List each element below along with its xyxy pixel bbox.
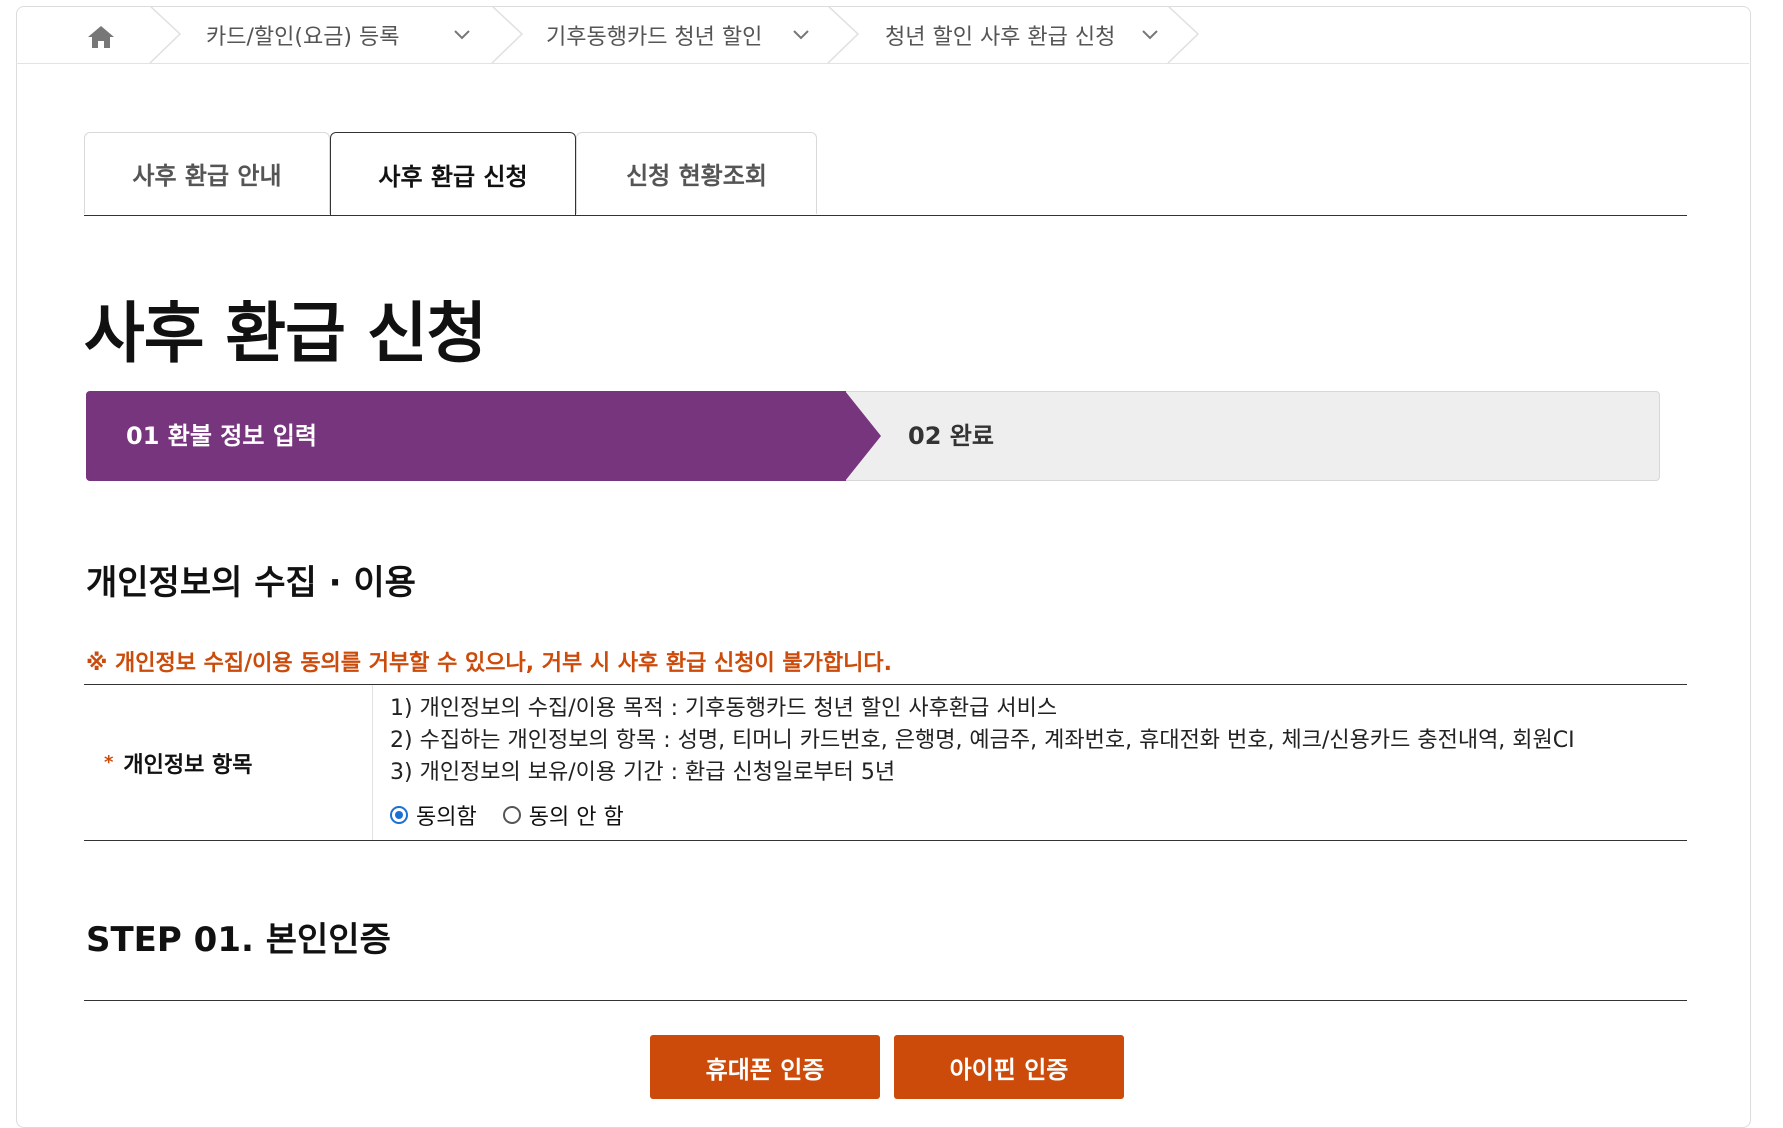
breadcrumb-item-label: 청년 할인 사후 환급 신청 bbox=[885, 24, 1116, 50]
breadcrumb-item-refund-apply[interactable]: 청년 할인 사후 환급 신청 bbox=[885, 6, 1170, 63]
privacy-row-header-label: 개인정보 항목 bbox=[123, 752, 253, 778]
radio-unselected-icon bbox=[502, 806, 521, 824]
breadcrumb-separator-icon bbox=[491, 6, 524, 63]
tab-label: 사후 환급 신청 bbox=[378, 162, 528, 191]
tab-refund-guide[interactable]: 사후 환급 안내 bbox=[84, 132, 330, 214]
radio-selected-icon bbox=[390, 806, 408, 824]
phone-auth-button[interactable]: 휴대폰 인증 bbox=[650, 1035, 880, 1099]
privacy-row-header: * 개인정보 항목 bbox=[84, 685, 373, 840]
breadcrumb-item-climate-card[interactable]: 기후동행카드 청년 할인 bbox=[546, 6, 816, 63]
privacy-section-title: 개인정보의 수집 · 이용 bbox=[86, 563, 416, 603]
tab-label: 신청 현황조회 bbox=[626, 162, 767, 190]
step-1-label: 01 환불 정보 입력 bbox=[126, 422, 317, 450]
agree-radio[interactable]: 동의함 bbox=[390, 799, 477, 831]
agree-label: 동의함 bbox=[416, 805, 477, 830]
privacy-notice: ※ 개인정보 수집/이용 동의를 거부할 수 있으나, 거부 시 사후 환급 신… bbox=[86, 651, 892, 676]
privacy-purpose: 1) 개인정보의 수집/이용 목적 : 기후동행카드 청년 할인 사후환급 서비… bbox=[390, 696, 1058, 721]
page-title: 사후 환급 신청 bbox=[84, 295, 487, 372]
breadcrumb-separator-icon bbox=[149, 6, 182, 63]
tab-refund-apply[interactable]: 사후 환급 신청 bbox=[330, 132, 576, 215]
privacy-table: * 개인정보 항목 1) 개인정보의 수집/이용 목적 : 기후동행카드 청년 … bbox=[84, 684, 1687, 841]
chevron-down-icon bbox=[793, 30, 809, 40]
tabs-divider bbox=[84, 215, 1687, 216]
breadcrumb-item-card-discount[interactable]: 카드/할인(요금) 등록 bbox=[206, 6, 476, 63]
step01-divider bbox=[84, 1000, 1687, 1001]
privacy-period: 3) 개인정보의 보유/이용 기간 : 환급 신청일로부터 5년 bbox=[390, 760, 896, 785]
chevron-down-icon bbox=[1142, 30, 1158, 40]
step-arrow-icon bbox=[845, 391, 881, 481]
step-2-label: 02 완료 bbox=[908, 422, 994, 450]
breadcrumb-item-label: 기후동행카드 청년 할인 bbox=[546, 24, 763, 50]
privacy-items: 2) 수집하는 개인정보의 항목 : 성명, 티머니 카드번호, 은행명, 예금… bbox=[390, 728, 1575, 753]
breadcrumb: 카드/할인(요금) 등록 기후동행카드 청년 할인 청년 할인 사후 환급 신청 bbox=[16, 6, 1749, 64]
breadcrumb-item-label: 카드/할인(요금) 등록 bbox=[206, 24, 400, 50]
chevron-down-icon bbox=[454, 30, 470, 40]
step01-title: STEP 01. 본인인증 bbox=[86, 920, 391, 960]
consent-radio-group: 동의함 동의 안 함 bbox=[390, 799, 1680, 831]
breadcrumb-separator-icon bbox=[827, 6, 860, 63]
privacy-row-content: 1) 개인정보의 수집/이용 목적 : 기후동행카드 청년 할인 사후환급 서비… bbox=[390, 693, 1680, 831]
required-mark: * bbox=[104, 752, 114, 773]
breadcrumb-separator-icon bbox=[1167, 6, 1200, 63]
tab-application-status[interactable]: 신청 현황조회 bbox=[576, 132, 817, 214]
disagree-label: 동의 안 함 bbox=[528, 805, 624, 830]
disagree-radio[interactable]: 동의 안 함 bbox=[502, 799, 624, 831]
ipin-auth-button[interactable]: 아이핀 인증 bbox=[894, 1035, 1124, 1099]
step-progress-bar: 01 환불 정보 입력 02 완료 bbox=[86, 391, 1660, 481]
tab-label: 사후 환급 안내 bbox=[132, 162, 282, 190]
home-icon[interactable] bbox=[86, 24, 116, 50]
